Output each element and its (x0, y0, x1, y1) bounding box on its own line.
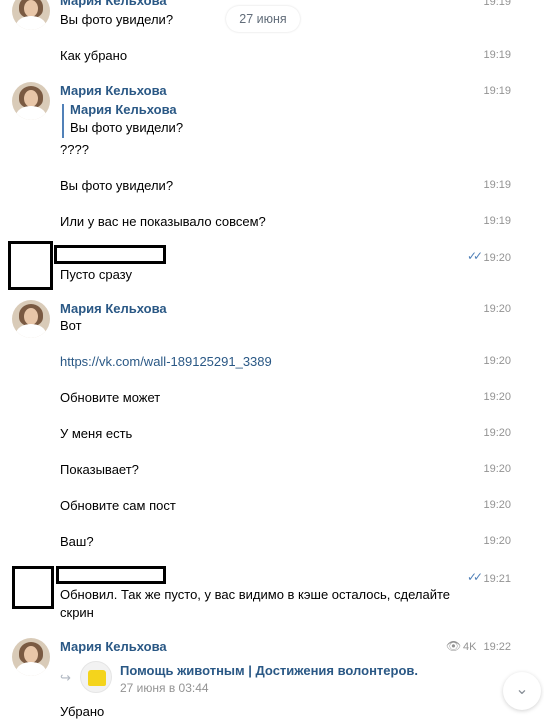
message-text: Показывает? (60, 462, 139, 477)
message-time: 19:19 (483, 49, 511, 61)
message-text: Вот (60, 318, 82, 333)
avatar[interactable] (12, 638, 50, 676)
message-author[interactable]: Мария Кельхова (60, 639, 167, 654)
message-text: Или у вас не показывало совсем? (60, 214, 266, 229)
redacted-avatar (8, 241, 53, 290)
redacted-author (54, 245, 166, 264)
message-author[interactable]: Мария Кельхова (60, 0, 167, 8)
message-time: 19:22 (483, 641, 511, 653)
quote-bar (62, 104, 64, 138)
message-link[interactable]: https://vk.com/wall-189125291_3389 (60, 353, 272, 371)
message-time: 19:20 (483, 499, 511, 511)
quote-text: Вы фото увидели? (70, 120, 184, 135)
eye-icon: 👁 (446, 639, 462, 653)
message-time: 19:19 (483, 215, 511, 227)
message-author[interactable]: Мария Кельхова (60, 301, 167, 316)
message-time: 19:21 (483, 573, 511, 585)
message-text: Вы фото увидели? (60, 12, 174, 27)
double-check-icon: ✓✓ (467, 570, 483, 584)
redacted-author (56, 566, 166, 584)
avatar[interactable] (12, 0, 50, 30)
message-text: Как убрано (60, 48, 128, 63)
date-separator: 27 июня (226, 6, 300, 32)
message-text: Пусто сразу (60, 267, 132, 282)
repost-group-name[interactable]: Помощь животным | Достижения волонтеров. (120, 663, 418, 678)
views-count: 4K (463, 641, 477, 653)
double-check-icon: ✓✓ (467, 249, 483, 263)
message-time: 19:20 (483, 535, 511, 547)
message-text: Ваш? (60, 534, 94, 549)
message-text-line2: скрин (60, 605, 94, 620)
message-time: 19:20 (483, 427, 511, 439)
repost-icon: ↪ (60, 670, 71, 685)
message-text: У меня есть (60, 426, 133, 441)
message-author[interactable]: Мария Кельхова (60, 83, 167, 98)
message-time: 19:19 (483, 85, 511, 97)
message-text-line1: Обновил. Так же пусто, у вас видимо в кэ… (60, 587, 451, 602)
message-time: 19:20 (483, 252, 511, 264)
message-text: Вы фото увидели? (60, 178, 174, 193)
message-text: Убрано (60, 704, 105, 719)
message-time: 19:20 (483, 303, 511, 315)
message-text: Обновите может (60, 390, 161, 405)
scroll-down-button[interactable]: ⌄ (503, 672, 541, 710)
avatar[interactable] (12, 82, 50, 120)
chevron-down-icon: ⌄ (515, 681, 529, 698)
message-time: 19:19 (483, 0, 511, 8)
quote-author[interactable]: Мария Кельхова (70, 102, 177, 117)
message-time: 19:20 (483, 463, 511, 475)
message-text: ???? (60, 142, 89, 157)
repost-date: 27 июня в 03:44 (120, 681, 209, 695)
group-avatar[interactable] (80, 661, 112, 693)
avatar[interactable] (12, 300, 50, 338)
message-time: 19:20 (483, 391, 511, 403)
redacted-avatar (12, 566, 54, 609)
message-time: 19:20 (483, 355, 511, 367)
message-time: 19:19 (483, 179, 511, 191)
message-text: Обновите сам пост (60, 498, 176, 513)
